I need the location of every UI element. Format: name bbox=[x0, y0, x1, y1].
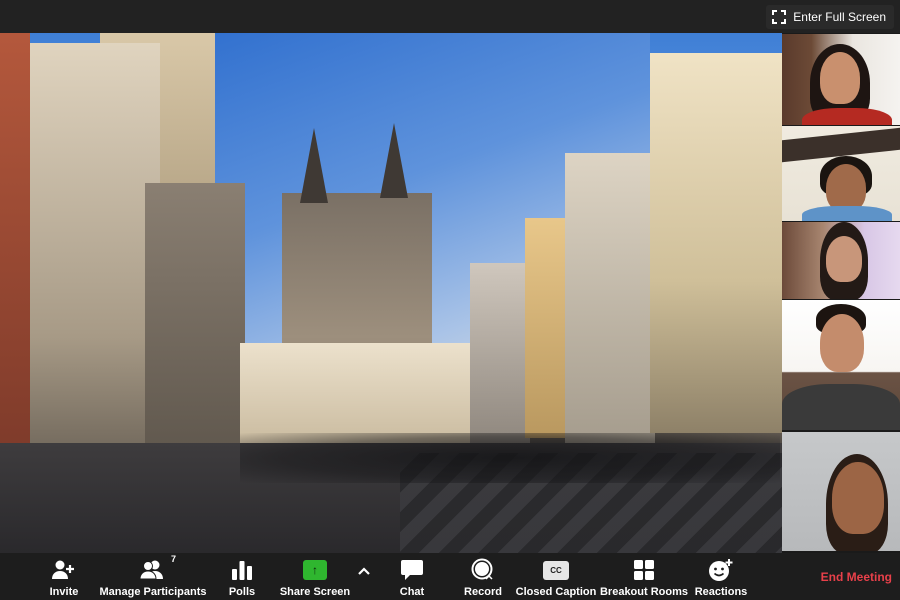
breakout-rooms-label: Breakout Rooms bbox=[599, 586, 689, 598]
closed-caption-button[interactable]: CC Closed Caption bbox=[514, 553, 598, 600]
zoom-meeting-window: Enter Full Screen Invite 7 Manage Partic… bbox=[0, 0, 900, 600]
church-spire-right bbox=[380, 123, 408, 198]
participant-body bbox=[782, 384, 900, 430]
share-screen-label: Share Screen bbox=[279, 586, 351, 598]
participant-face bbox=[826, 164, 866, 212]
top-bar: Enter Full Screen bbox=[0, 0, 900, 33]
chat-bubble-icon bbox=[400, 557, 424, 583]
participant-tile[interactable] bbox=[782, 300, 900, 430]
participant-gallery bbox=[782, 33, 900, 553]
chat-button[interactable]: Chat bbox=[393, 553, 431, 600]
smiley-plus-icon bbox=[708, 557, 734, 583]
polls-button[interactable]: Polls bbox=[222, 553, 262, 600]
cc-icon: CC bbox=[543, 560, 569, 580]
gothic-building bbox=[145, 183, 245, 473]
participant-tile[interactable] bbox=[782, 432, 900, 551]
left-red-building bbox=[0, 33, 30, 463]
caret-up-icon bbox=[358, 558, 370, 584]
enter-full-screen-label: Enter Full Screen bbox=[793, 10, 886, 24]
participant-count-badge: 7 bbox=[170, 554, 176, 564]
expand-icon bbox=[772, 10, 787, 24]
invite-button[interactable]: Invite bbox=[44, 553, 84, 600]
invite-label: Invite bbox=[49, 586, 79, 598]
share-screen-button[interactable]: ↑ Share Screen bbox=[278, 553, 352, 600]
reactions-button[interactable]: Reactions bbox=[692, 553, 750, 600]
share-screen-icon: ↑ bbox=[303, 560, 327, 580]
right-building-2 bbox=[525, 218, 570, 438]
participant-body bbox=[802, 206, 892, 221]
record-button[interactable]: Record bbox=[460, 553, 506, 600]
participant-face bbox=[820, 314, 864, 372]
participant-face bbox=[826, 236, 862, 282]
bar-chart-icon bbox=[231, 557, 253, 583]
participant-face bbox=[832, 462, 884, 534]
closed-caption-label: Closed Caption bbox=[515, 586, 597, 598]
record-label: Record bbox=[464, 586, 502, 598]
manage-participants-button[interactable]: 7 Manage Participants bbox=[97, 553, 209, 600]
crowd bbox=[240, 433, 780, 483]
participant-tile[interactable] bbox=[782, 126, 900, 221]
participant-face bbox=[820, 52, 860, 104]
share-options-caret[interactable] bbox=[352, 553, 376, 600]
chat-label: Chat bbox=[399, 586, 425, 598]
add-person-icon bbox=[51, 557, 77, 583]
participant-body bbox=[802, 108, 892, 125]
church-spire-left bbox=[300, 128, 328, 203]
left-building bbox=[20, 43, 160, 463]
breakout-rooms-button[interactable]: Breakout Rooms bbox=[600, 553, 688, 600]
participant-tile[interactable] bbox=[782, 222, 900, 299]
right-building-3 bbox=[565, 153, 655, 443]
enter-full-screen-button[interactable]: Enter Full Screen bbox=[766, 5, 894, 29]
meeting-toolbar: Invite 7 Manage Participants Polls ↑ Sha… bbox=[0, 553, 900, 600]
participants-icon: 7 bbox=[139, 554, 176, 583]
participant-tile[interactable] bbox=[782, 34, 900, 125]
record-icon bbox=[470, 557, 496, 583]
manage-participants-label: Manage Participants bbox=[99, 586, 207, 598]
right-building-4 bbox=[650, 53, 782, 433]
reactions-label: Reactions bbox=[694, 586, 748, 598]
grid-icon bbox=[633, 557, 655, 583]
main-video-view[interactable] bbox=[0, 33, 782, 553]
end-meeting-button[interactable]: End Meeting bbox=[821, 566, 892, 588]
polls-label: Polls bbox=[228, 586, 256, 598]
right-building-1 bbox=[470, 263, 530, 443]
